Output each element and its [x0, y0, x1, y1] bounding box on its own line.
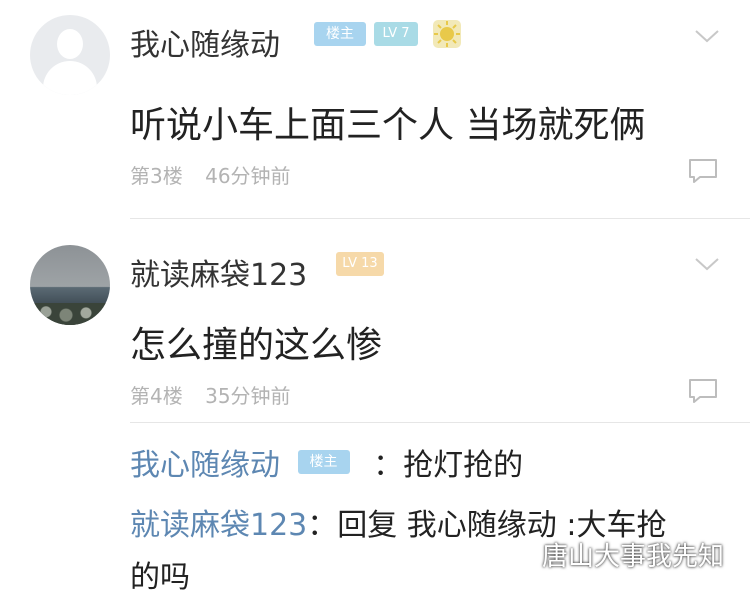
comment-text: 听说小车上面三个人 当场就死俩: [130, 105, 646, 146]
timestamp: 35分钟前: [205, 384, 291, 408]
floor-number: 第3楼: [130, 164, 183, 188]
reply-icon[interactable]: [688, 378, 718, 404]
level-badge: LV 13: [336, 252, 384, 276]
wechat-icon: [508, 546, 537, 568]
username[interactable]: 就读麻袋123: [130, 250, 307, 294]
owner-badge: 楼主: [314, 22, 366, 46]
chevron-down-icon[interactable]: [694, 28, 720, 44]
watermark-text: 唐山大事我先知: [542, 542, 725, 572]
divider: [130, 422, 750, 423]
floor-number: 第4楼: [130, 384, 183, 408]
reply-author[interactable]: 就读麻袋123: [130, 508, 307, 543]
username[interactable]: 我心随缘动: [130, 20, 280, 64]
level-badge: LV 7: [374, 22, 418, 46]
chevron-down-icon[interactable]: [694, 256, 720, 272]
timestamp: 46分钟前: [205, 164, 291, 188]
avatar[interactable]: [30, 15, 110, 95]
watermark: 唐山大事我先知: [508, 536, 724, 573]
sub-reply-continued: 的吗: [130, 560, 190, 595]
reply-text: ：抢灯抢的: [373, 448, 524, 483]
divider: [130, 218, 750, 219]
owner-badge: 楼主: [297, 449, 350, 474]
reply-icon[interactable]: [688, 158, 718, 184]
reply-author[interactable]: 我心随缘动: [130, 448, 280, 483]
comment-meta: 第3楼 46分钟前: [130, 160, 307, 189]
sub-reply: 我心随缘动 楼主 ：抢灯抢的: [130, 440, 523, 484]
comment-meta: 第4楼 35分钟前: [130, 380, 307, 409]
comment-text: 怎么撞的这么惨: [130, 325, 383, 366]
sun-icon: [433, 20, 461, 48]
avatar[interactable]: [30, 245, 110, 325]
